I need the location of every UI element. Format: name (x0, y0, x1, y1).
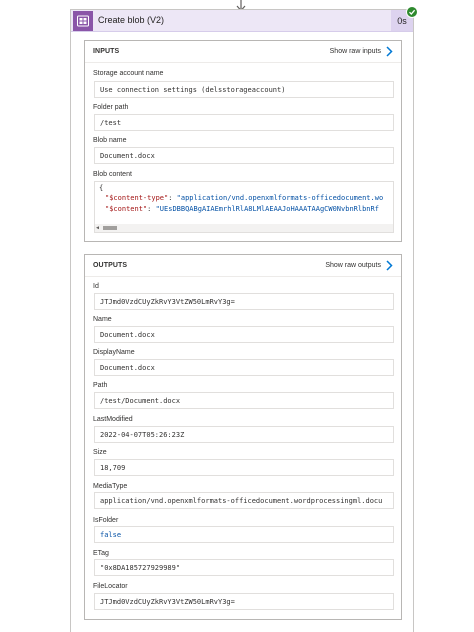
show-raw-outputs-link[interactable]: Show raw outputs (325, 262, 381, 269)
path-field: /test/Document.docx (94, 392, 394, 409)
field-label: Size (93, 449, 107, 456)
code-line-content-type: "$content-type": "application/vnd.openxm… (105, 194, 384, 202)
is-folder-field: false (94, 526, 394, 543)
field-label: Name (93, 316, 112, 323)
field-label: IsFolder (93, 517, 119, 524)
size-field: 18,709 (94, 459, 394, 476)
horizontal-scrollbar[interactable]: ◀ (95, 224, 393, 232)
outputs-panel-header: OUTPUTS Show raw outputs (85, 255, 401, 277)
display-name-field: Document.docx (94, 359, 394, 376)
field-label: Blob content (93, 171, 132, 178)
chevron-right-icon[interactable] (385, 46, 393, 57)
media-type-field: application/vnd.openxmlformats-officedoc… (94, 492, 394, 509)
field-label: Path (93, 382, 108, 389)
code-line-content: "$content": "UEsDBBQABgAIAEmrhlRlA8LMlAE… (105, 205, 379, 213)
action-card-header[interactable]: Create blob (V2) 0s (71, 10, 413, 32)
field-label: Blob name (93, 137, 127, 144)
action-title: Create blob (V2) (98, 15, 165, 25)
scroll-left-icon[interactable]: ◀ (96, 225, 99, 231)
last-modified-field: 2022-04-07T05:26:23Z (94, 426, 394, 443)
success-check-icon (406, 6, 418, 18)
field-label: LastModified (93, 416, 133, 423)
code-key: "$content-type" (105, 194, 169, 202)
code-open-brace: { (99, 184, 104, 192)
code-value: "application/vnd.openxmlformats-officedo… (176, 194, 384, 202)
field-label: FileLocator (93, 583, 128, 590)
field-label: Storage account name (93, 70, 164, 77)
code-key: "$content" (105, 205, 148, 213)
blob-content-code[interactable]: { "$content-type": "application/vnd.open… (94, 181, 394, 233)
scrollbar-thumb[interactable] (103, 226, 117, 230)
field-label: Id (93, 283, 99, 290)
folder-path-field: /test (94, 114, 394, 131)
field-label: MediaType (93, 483, 128, 490)
show-raw-inputs-link[interactable]: Show raw inputs (330, 48, 381, 55)
inputs-panel: INPUTS Show raw inputs Storage account n… (84, 40, 402, 242)
name-field: Document.docx (94, 326, 394, 343)
id-field: JTJmd0VzdCUyZkRvY3VtZW50LmRvY3g= (94, 293, 394, 310)
etag-field: "0x8DA185727929989" (94, 559, 394, 576)
blob-name-field: Document.docx (94, 147, 394, 164)
file-locator-field: JTJmd0VzdCUyZkRvY3VtZW50LmRvY3g= (94, 593, 394, 610)
outputs-title: OUTPUTS (93, 262, 128, 269)
outputs-panel: OUTPUTS Show raw outputs Id JTJmd0VzdCUy… (84, 254, 402, 620)
chevron-right-icon[interactable] (385, 260, 393, 271)
code-value: "UEsDBBQABgAIAEmrhlRlA8LMlAEAAJoHAAATAAg… (155, 205, 379, 213)
blob-storage-icon (73, 11, 93, 31)
field-label: ETag (93, 550, 109, 557)
field-label: Folder path (93, 104, 129, 111)
inputs-panel-header: INPUTS Show raw inputs (85, 41, 401, 63)
storage-account-field: Use connection settings (delsstorageacco… (94, 81, 394, 98)
inputs-title: INPUTS (93, 48, 120, 55)
field-label: DisplayName (93, 349, 135, 356)
